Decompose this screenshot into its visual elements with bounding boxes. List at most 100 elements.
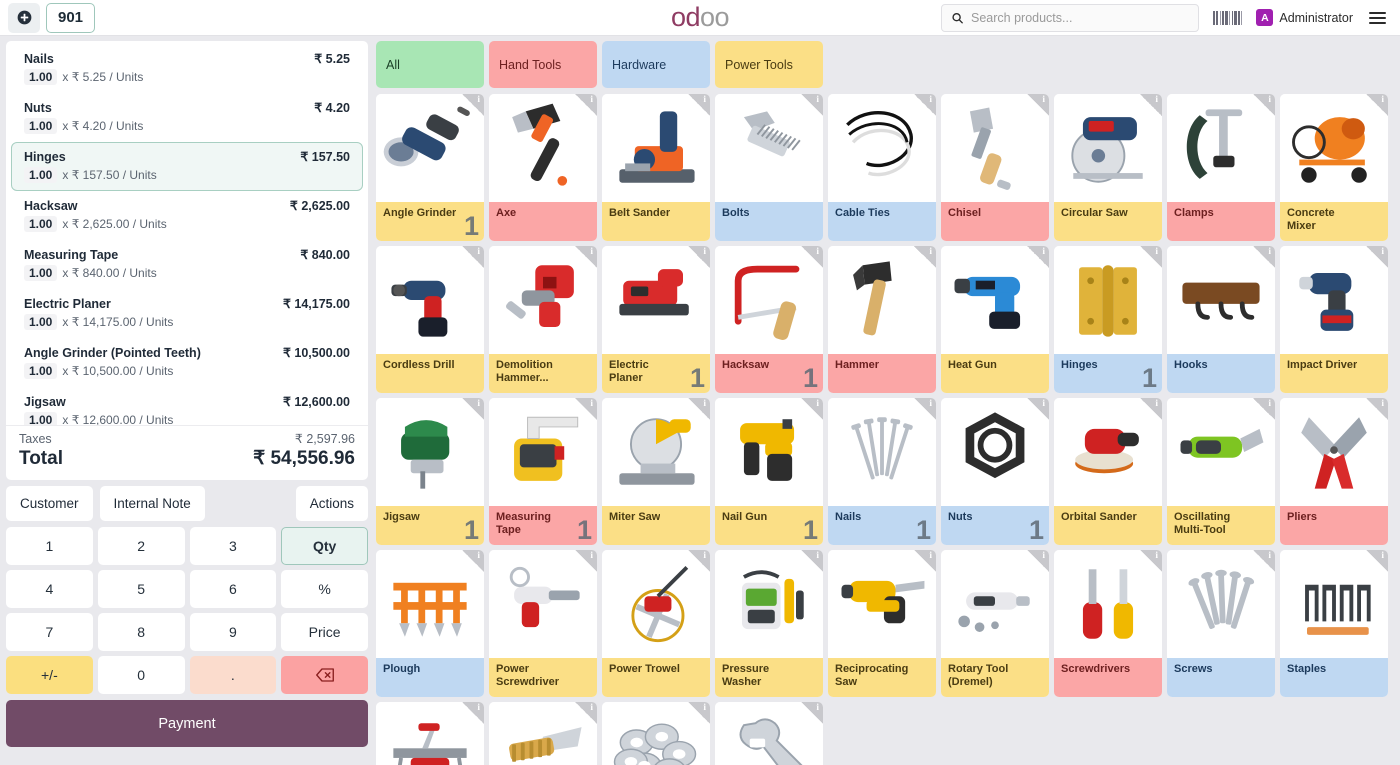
product-info-icon[interactable]: i: [1027, 94, 1049, 116]
product-info-icon[interactable]: i: [1366, 398, 1388, 420]
product-card[interactable]: i Clamps: [1167, 94, 1275, 241]
product-info-icon[interactable]: i: [801, 398, 823, 420]
product-info-icon[interactable]: i: [1140, 94, 1162, 116]
product-card[interactable]: i Cable Ties: [828, 94, 936, 241]
product-info-icon[interactable]: i: [462, 94, 484, 116]
product-info-icon[interactable]: i: [575, 550, 597, 572]
numpad-key-9[interactable]: 9: [189, 613, 277, 651]
product-card[interactable]: i Measuring Tape 1: [489, 398, 597, 545]
internal-note-button[interactable]: Internal Note: [99, 486, 205, 521]
product-card[interactable]: i Oscillating Multi-Tool: [1167, 398, 1275, 545]
product-card[interactable]: i Angle Grinder 1: [376, 94, 484, 241]
numpad-mode-discount[interactable]: %: [281, 570, 368, 608]
product-card[interactable]: i Circular Saw: [1054, 94, 1162, 241]
order-line[interactable]: Jigsaw ₹ 12,600.00 1.00 x ₹ 12,600.00 / Uni…: [11, 387, 363, 425]
order-line[interactable]: Nails ₹ 5.25 1.00 x ₹ 5.25 / Units: [11, 44, 363, 93]
product-card[interactable]: i Orbital Sander: [1054, 398, 1162, 545]
order-line[interactable]: Nuts ₹ 4.20 1.00 x ₹ 4.20 / Units: [11, 93, 363, 142]
product-card[interactable]: iTable Saw: [376, 702, 484, 765]
product-card[interactable]: i Hammer: [828, 246, 936, 393]
numpad-key-1[interactable]: 1: [6, 527, 93, 565]
numpad-mode-price[interactable]: Price: [281, 613, 368, 651]
product-info-icon[interactable]: i: [914, 398, 936, 420]
product-card[interactable]: i Plough: [376, 550, 484, 697]
customer-button[interactable]: Customer: [6, 486, 93, 521]
actions-button[interactable]: Actions: [295, 486, 368, 521]
numpad-key-3[interactable]: 3: [189, 527, 277, 565]
product-info-icon[interactable]: i: [1027, 398, 1049, 420]
product-info-icon[interactable]: i: [688, 246, 710, 268]
barcode-scanner-icon[interactable]: [1213, 10, 1243, 25]
product-card[interactable]: i Concrete Mixer: [1280, 94, 1388, 241]
numpad-key-7[interactable]: 7: [6, 613, 93, 651]
product-card[interactable]: i Heat Gun: [941, 246, 1049, 393]
product-card[interactable]: i Jigsaw 1: [376, 398, 484, 545]
numpad-key-6[interactable]: 6: [189, 570, 277, 608]
product-info-icon[interactable]: i: [688, 702, 710, 724]
numpad-key-4[interactable]: 4: [6, 570, 93, 608]
product-info-icon[interactable]: i: [801, 246, 823, 268]
category-tab-hardware[interactable]: Hardware: [602, 41, 710, 88]
product-card[interactable]: i Nail Gun 1: [715, 398, 823, 545]
product-info-icon[interactable]: i: [688, 550, 710, 572]
product-card[interactable]: i Power Screwdriver: [489, 550, 597, 697]
product-card[interactable]: i Hooks: [1167, 246, 1275, 393]
product-info-icon[interactable]: i: [914, 246, 936, 268]
order-line[interactable]: Hinges ₹ 157.50 1.00 x ₹ 157.50 / Units: [11, 142, 363, 191]
payment-button[interactable]: Payment: [6, 700, 368, 747]
product-info-icon[interactable]: i: [462, 702, 484, 724]
category-tab-power-tools[interactable]: Power Tools: [715, 41, 823, 88]
product-info-icon[interactable]: i: [575, 246, 597, 268]
product-info-icon[interactable]: i: [575, 94, 597, 116]
order-line[interactable]: Electric Planer ₹ 14,175.00 1.00 x ₹ 14,175…: [11, 289, 363, 338]
product-info-icon[interactable]: i: [575, 398, 597, 420]
numpad-mode-qty[interactable]: Qty: [281, 527, 368, 565]
product-info-icon[interactable]: i: [462, 550, 484, 572]
new-order-button[interactable]: [8, 2, 40, 33]
product-info-icon[interactable]: i: [688, 94, 710, 116]
product-card[interactable]: iWashers: [602, 702, 710, 765]
numpad-backspace-button[interactable]: [281, 656, 368, 694]
product-info-icon[interactable]: i: [1140, 246, 1162, 268]
search-box[interactable]: [941, 3, 1200, 32]
product-info-icon[interactable]: i: [688, 398, 710, 420]
numpad-key-5[interactable]: 5: [97, 570, 185, 608]
product-card[interactable]: i Nuts 1: [941, 398, 1049, 545]
order-line[interactable]: Measuring Tape ₹ 840.00 1.00 x ₹ 840.00 / U…: [11, 240, 363, 289]
product-info-icon[interactable]: i: [801, 702, 823, 724]
product-info-icon[interactable]: i: [1027, 246, 1049, 268]
product-info-icon[interactable]: i: [462, 246, 484, 268]
product-card[interactable]: iUtility Knife: [489, 702, 597, 765]
product-card[interactable]: i Reciprocating Saw: [828, 550, 936, 697]
product-card[interactable]: i Screws: [1167, 550, 1275, 697]
hamburger-menu-icon[interactable]: [1367, 10, 1388, 26]
numpad-key-8[interactable]: 8: [97, 613, 185, 651]
product-info-icon[interactable]: i: [914, 550, 936, 572]
product-info-icon[interactable]: i: [801, 550, 823, 572]
order-line[interactable]: Hacksaw ₹ 2,625.00 1.00 x ₹ 2,625.00 / Unit…: [11, 191, 363, 240]
product-info-icon[interactable]: i: [1140, 550, 1162, 572]
numpad-key-decimal[interactable]: .: [189, 656, 277, 694]
product-info-icon[interactable]: i: [1253, 398, 1275, 420]
numpad-key-plus-minus[interactable]: +/-: [6, 656, 93, 694]
numpad-key-0[interactable]: 0: [97, 656, 185, 694]
product-card[interactable]: i Belt Sander: [602, 94, 710, 241]
product-card[interactable]: i Impact Driver: [1280, 246, 1388, 393]
product-info-icon[interactable]: i: [575, 702, 597, 724]
product-card[interactable]: i Miter Saw: [602, 398, 710, 545]
user-menu[interactable]: A Administrator: [1256, 9, 1353, 26]
product-card[interactable]: iWrench: [715, 702, 823, 765]
product-info-icon[interactable]: i: [1366, 550, 1388, 572]
product-info-icon[interactable]: i: [801, 94, 823, 116]
order-line[interactable]: Angle Grinder (Pointed Teeth) ₹ 10,500.00…: [11, 338, 363, 387]
product-card[interactable]: i Rotary Tool (Dremel): [941, 550, 1049, 697]
product-card[interactable]: i Pressure Washer: [715, 550, 823, 697]
search-input[interactable]: [971, 10, 1190, 25]
product-info-icon[interactable]: i: [1253, 550, 1275, 572]
product-info-icon[interactable]: i: [1140, 398, 1162, 420]
category-tab-all[interactable]: All: [376, 41, 484, 88]
product-card[interactable]: i Demolition Hammer...: [489, 246, 597, 393]
product-card[interactable]: i Cordless Drill: [376, 246, 484, 393]
product-card[interactable]: i Staples: [1280, 550, 1388, 697]
product-info-icon[interactable]: i: [914, 94, 936, 116]
